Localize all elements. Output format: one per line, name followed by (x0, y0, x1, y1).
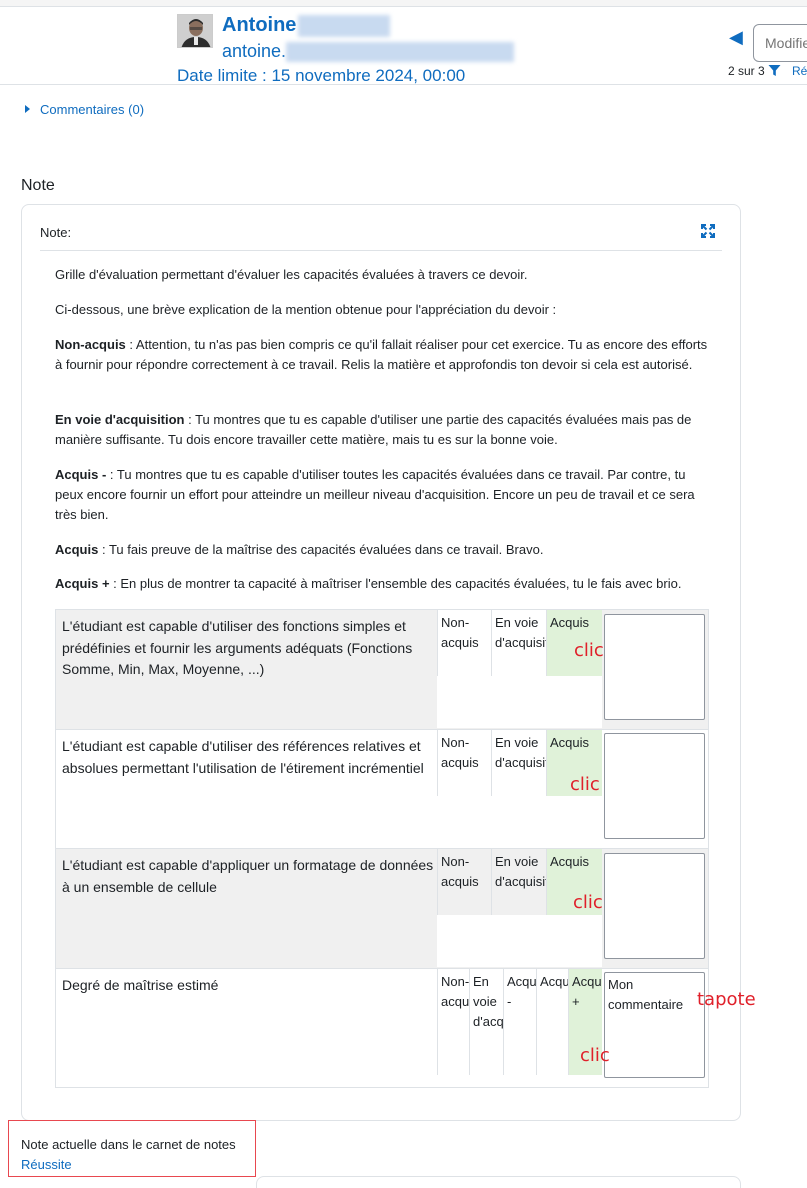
criterion-description: L'étudiant est capable d'utiliser des ré… (62, 738, 424, 776)
redacted-email (286, 42, 515, 63)
level-non-acquis[interactable]: Non-acquis (437, 969, 469, 1075)
rubric-criterion: L'étudiant est capable d'appliquer un fo… (56, 849, 708, 969)
user-avatar-icon[interactable] (177, 14, 213, 48)
click-annotation: clic (573, 892, 603, 913)
level-acquis-minus[interactable]: Acquis - (503, 969, 536, 1075)
criterion-description: Degré de maîtrise estimé (62, 977, 219, 993)
criterion-levels: Non-acquis En voie d'acquisition Acquis (437, 610, 602, 728)
rubric-table: L'étudiant est capable d'utiliser des fo… (55, 609, 709, 1088)
level-en-voie[interactable]: En voie d'acquisition (469, 969, 503, 1075)
redacted-last-name (298, 14, 391, 37)
rubric-description-intro: Grille d'évaluation permettant d'évaluer… (55, 267, 528, 282)
click-annotation: clic (570, 774, 600, 795)
rubric-description-level: Acquis + : En plus de montrer ta capacit… (55, 576, 682, 591)
level-acquis[interactable]: Acquis (536, 969, 568, 1075)
click-annotation: clic (580, 1045, 610, 1066)
rubric-criterion: L'étudiant est capable d'utiliser des fo… (56, 610, 708, 730)
criterion-remark[interactable] (604, 853, 705, 959)
caret-right-icon (25, 105, 30, 113)
level-en-voie[interactable]: En voie d'acquisition (491, 849, 546, 915)
student-name[interactable]: Antoine (222, 14, 391, 37)
grade-card-label: Note: (40, 225, 72, 240)
reset-link[interactable]: Ré (792, 64, 807, 78)
comments-label: Commentaires (0) (40, 102, 145, 117)
level-non-acquis[interactable]: Non-acquis (437, 730, 491, 796)
level-en-voie[interactable]: En voie d'acquisition (491, 610, 546, 676)
criterion-description: L'étudiant est capable d'appliquer un fo… (62, 857, 434, 895)
grade-section-title: Note (21, 177, 55, 194)
level-en-voie[interactable]: En voie d'acquisition (491, 730, 546, 796)
level-non-acquis[interactable]: Non-acquis (437, 610, 491, 676)
filter-icon[interactable] (768, 64, 781, 77)
criterion-remark[interactable] (604, 733, 705, 839)
criterion-remark[interactable]: Mon commentaire (604, 972, 705, 1078)
level-non-acquis[interactable]: Non-acquis (437, 849, 491, 915)
change-user-select[interactable] (753, 24, 807, 62)
expand-icon[interactable] (700, 223, 716, 239)
current-grade-value[interactable]: Réussite (21, 1157, 72, 1172)
current-grade-label: Note actuelle dans le carnet de notes (21, 1137, 236, 1152)
top-strip (0, 0, 807, 7)
rubric-description-level: Non-acquis : Attention, tu n'as pas bien… (55, 337, 708, 372)
rubric-description-level: En voie d'acquisition : Tu montres que t… (55, 412, 692, 447)
rubric-description-level: Acquis : Tu fais preuve de la maîtrise d… (55, 542, 544, 557)
click-annotation: clic (574, 640, 604, 661)
criterion-description: L'étudiant est capable d'utiliser des fo… (62, 618, 413, 677)
rubric-criterion: Degré de maîtrise estimé Non-acquis En v… (56, 969, 708, 1087)
user-counter: 2 sur 3 (728, 64, 765, 78)
next-card-edge (256, 1176, 741, 1188)
card-divider (40, 250, 722, 251)
grade-card: Note: Grille d'évaluation permettant d'é… (21, 204, 741, 1121)
comments-toggle[interactable]: Commentaires (0) (25, 102, 144, 117)
current-grade-box: Note actuelle dans le carnet de notes Ré… (8, 1120, 256, 1177)
previous-arrow-icon[interactable]: ◀ (729, 27, 743, 48)
grader-header: Antoine antoine. Date limite : 15 novemb… (0, 7, 807, 85)
student-email[interactable]: antoine. (222, 41, 515, 63)
due-date: Date limite : 15 novembre 2024, 00:00 (177, 66, 466, 85)
criterion-remark[interactable] (604, 614, 705, 720)
tap-annotation: tapote (697, 989, 756, 1010)
rubric-description-intro: Ci-dessous, une brève explication de la … (55, 302, 557, 317)
rubric-criterion: L'étudiant est capable d'utiliser des ré… (56, 730, 708, 849)
rubric-description-level: Acquis - : Tu montres que tu es capable … (55, 467, 695, 522)
